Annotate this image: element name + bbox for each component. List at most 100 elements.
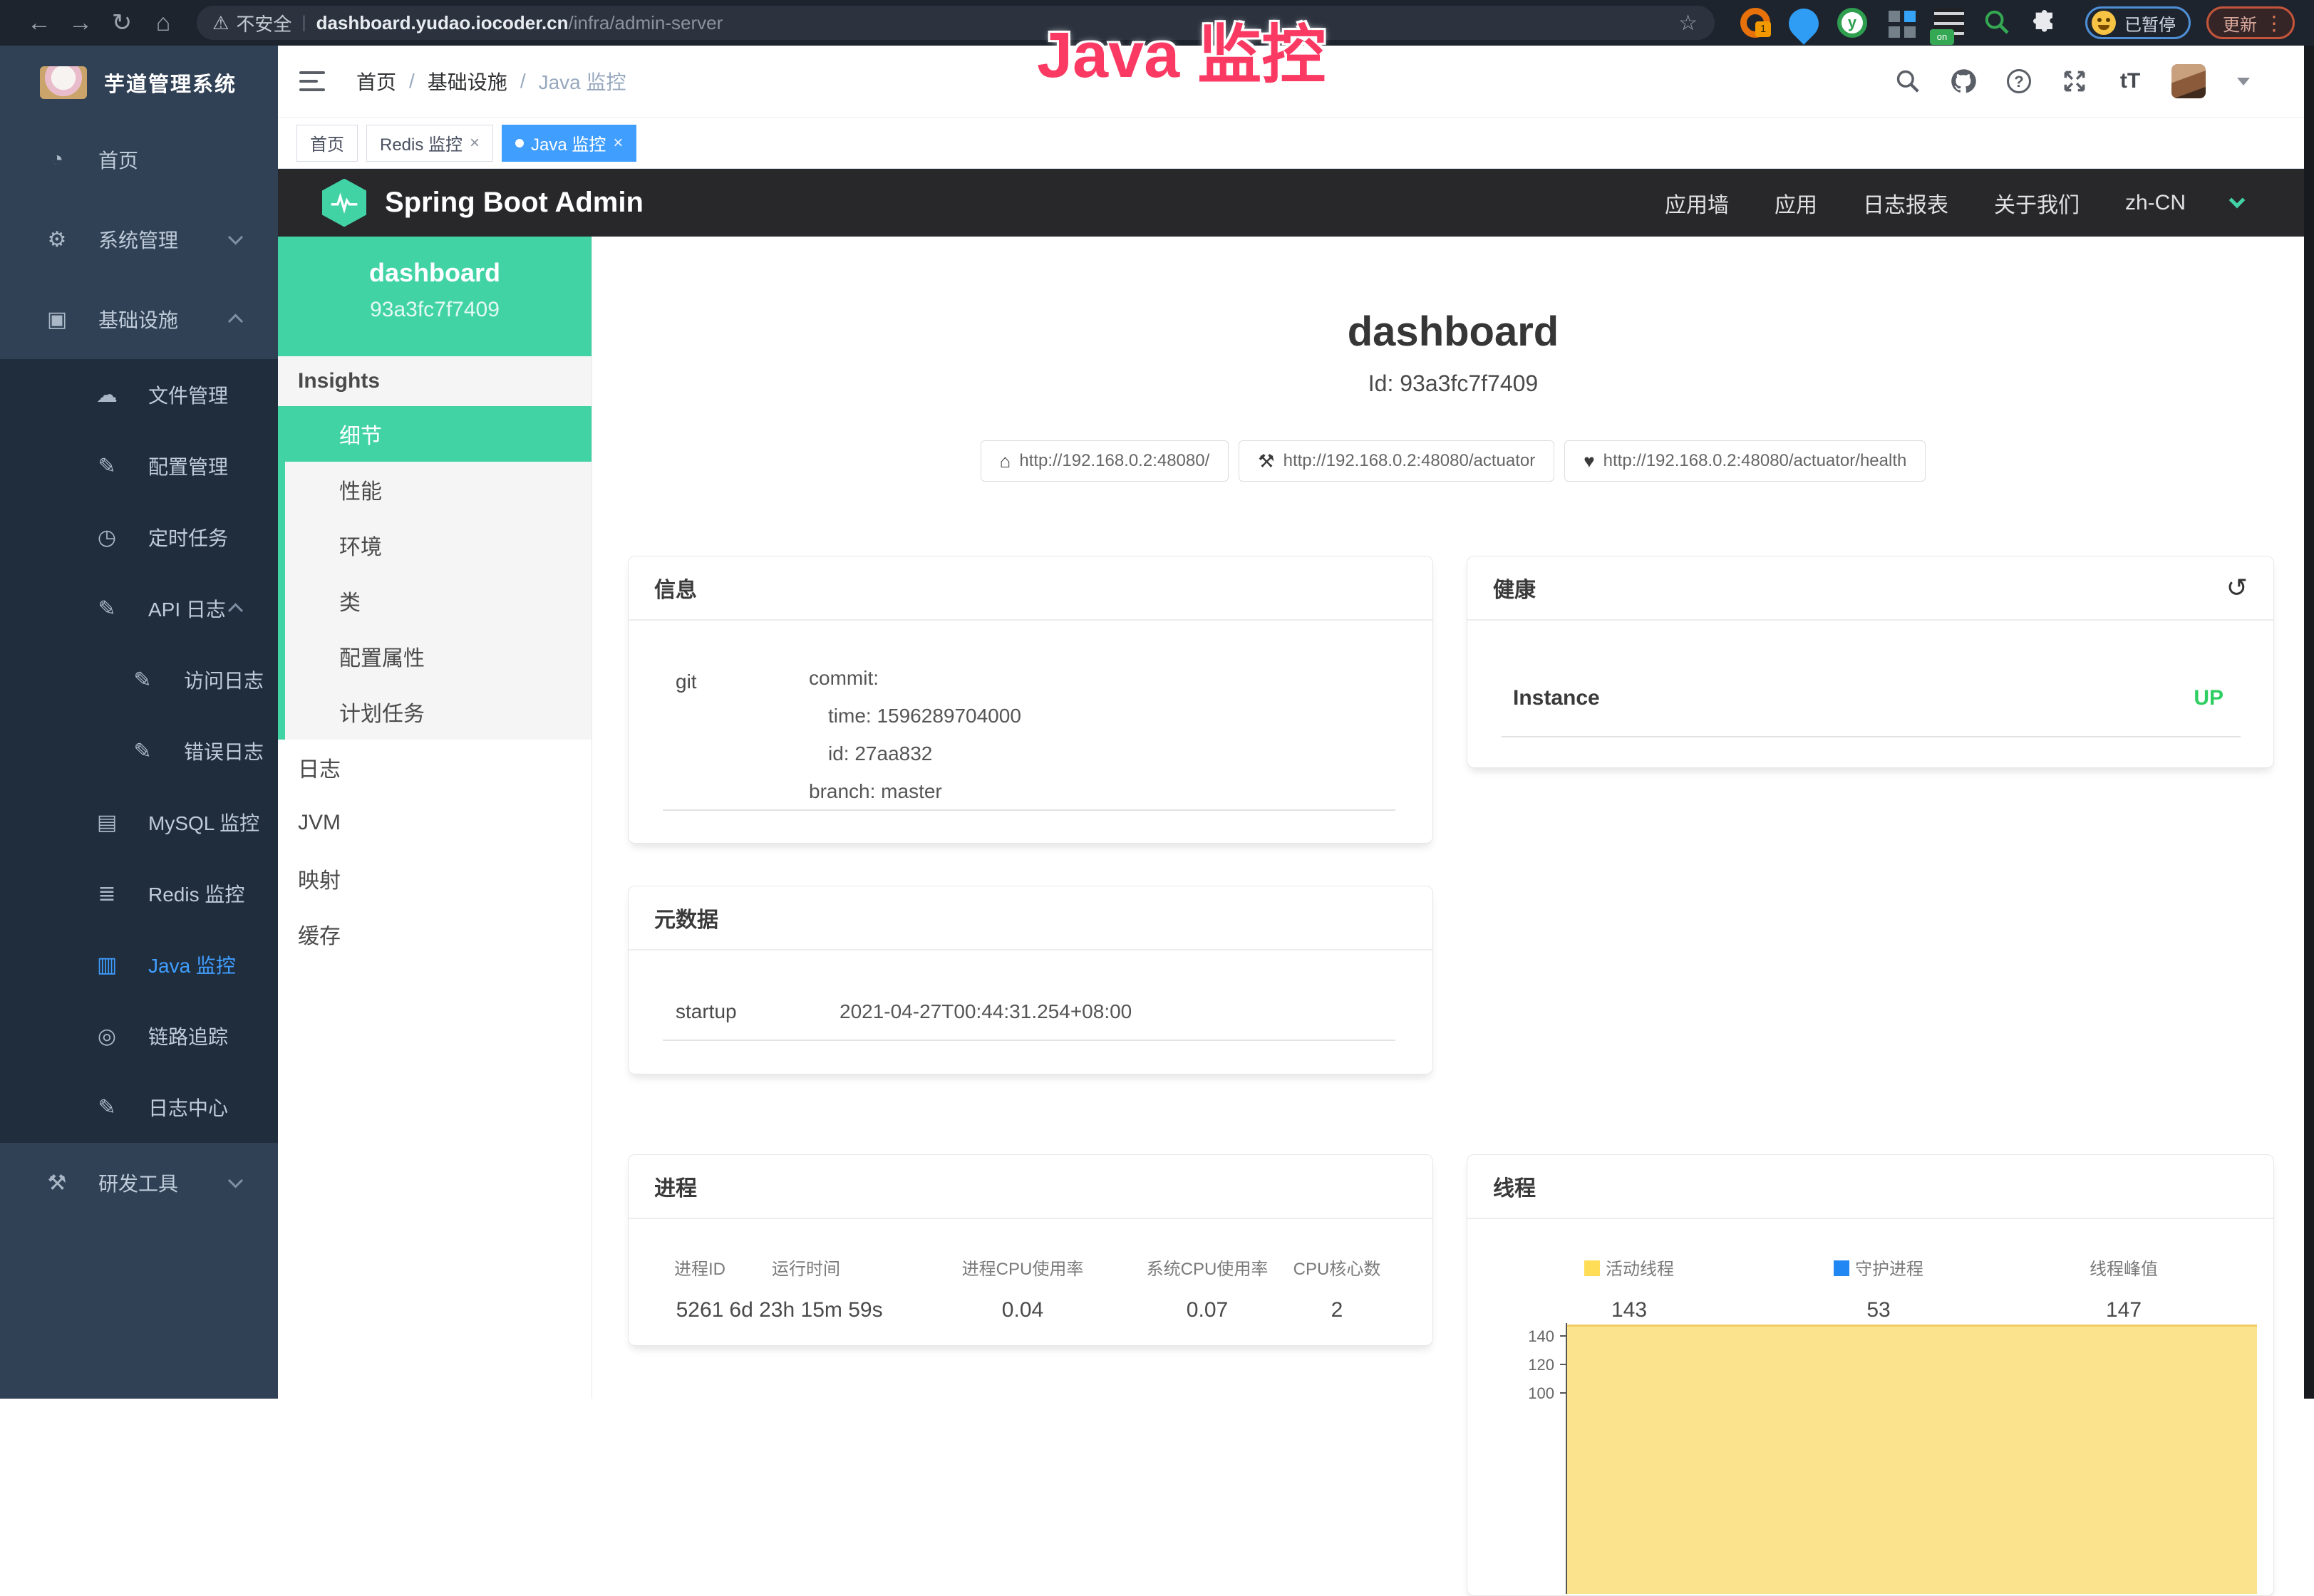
y-axis-tick-120: 120 — [1504, 1356, 1554, 1374]
col-value: 2 — [1293, 1298, 1381, 1322]
sba-menu-scheduled-tasks[interactable]: 计划任务 — [285, 684, 592, 740]
row-divider — [1502, 736, 2241, 737]
metadata-card: 元数据 startup 2021-04-27T00:44:31.254+08:0… — [628, 886, 1433, 1074]
github-icon[interactable] — [1949, 67, 1978, 95]
sidebar-item-label: 基础设施 — [98, 305, 178, 333]
tab-redis-monitor[interactable]: Redis 监控 × — [366, 125, 493, 162]
active-threads-col: 活动线程 143 — [1584, 1255, 1674, 1322]
history-icon[interactable]: ↺ — [2226, 573, 2248, 603]
sba-main-content: dashboard Id: 93a3fc7f7409 ⌂ http://192.… — [592, 237, 2314, 1399]
sidebar-item-scheduled-tasks[interactable]: ◷ 定时任务 — [0, 502, 278, 573]
sba-menu-classes[interactable]: 类 — [285, 573, 592, 628]
user-menu-caret-icon[interactable] — [2237, 78, 2250, 86]
extension-pin-icon[interactable] — [1782, 2, 1824, 44]
tab-home[interactable]: 首页 — [296, 125, 358, 162]
health-url-button[interactable]: ♥ http://192.168.0.2:48080/actuator/heal… — [1564, 440, 1926, 482]
user-avatar[interactable] — [2171, 64, 2206, 98]
sba-nav-wallboard[interactable]: 应用墙 — [1665, 187, 1729, 219]
sba-nav-applications[interactable]: 应用 — [1775, 187, 1817, 219]
sba-menu-environment[interactable]: 环境 — [285, 517, 592, 573]
browser-update-button[interactable]: 更新 ⋮ — [2206, 6, 2295, 39]
browser-reload-icon[interactable]: ↻ — [101, 9, 143, 37]
app-logo-image — [40, 66, 87, 99]
home-icon: ⌂ — [1000, 450, 1011, 472]
hamburger-menu-icon[interactable] — [299, 71, 325, 91]
sba-nav-about[interactable]: 关于我们 — [1994, 187, 2080, 219]
sba-logo-icon[interactable] — [322, 179, 366, 227]
browser-forward-icon[interactable]: → — [60, 9, 101, 37]
service-url-button[interactable]: ⌂ http://192.168.0.2:48080/ — [981, 440, 1229, 482]
sidebar-item-redis-monitor[interactable]: ≣ Redis 监控 — [0, 858, 278, 929]
sba-menu-jvm[interactable]: JVM — [278, 795, 592, 851]
active-threads-area-series — [1567, 1325, 2257, 1594]
spring-boot-admin-frame: Spring Boot Admin 应用墙 应用 日志报表 关于我们 zh-CN… — [278, 169, 2314, 1399]
sba-menu-details[interactable]: 细节 — [285, 406, 592, 462]
font-size-icon[interactable]: tT — [2116, 67, 2144, 95]
browser-profile-button[interactable]: 已暂停 — [2085, 6, 2191, 39]
extension-y-icon[interactable]: y — [1837, 8, 1867, 38]
sidebar-item-log-center[interactable]: ✎ 日志中心 — [0, 1072, 278, 1143]
breadcrumb: 首页 / 基础设施 / Java 监控 — [356, 67, 626, 95]
sba-brand-title[interactable]: Spring Boot Admin — [385, 187, 644, 219]
extension-magnifier-icon[interactable] — [1983, 8, 2013, 38]
tag-tabs-bar: 首页 Redis 监控 × Java 监控 × — [278, 118, 2314, 169]
extension-list-icon[interactable]: on — [1934, 8, 1964, 38]
toolbox-icon: ⚒ — [41, 1171, 73, 1196]
sidebar-item-tracing[interactable]: ◎ 链路追踪 — [0, 1000, 278, 1072]
process-uptime-col: 运行时间 6d 23h 15m 59s — [729, 1255, 882, 1322]
browser-back-icon[interactable]: ← — [19, 9, 60, 37]
sba-menu-metrics[interactable]: 性能 — [285, 462, 592, 517]
sidebar-item-java-monitor[interactable]: ▥ Java 监控 — [0, 929, 278, 1000]
sba-menu-mappings[interactable]: 映射 — [278, 851, 592, 906]
browser-home-icon[interactable]: ⌂ — [143, 9, 184, 37]
sidebar-item-access-logs[interactable]: ✎ 访问日志 — [0, 644, 278, 715]
extensions-puzzle-icon[interactable] — [2031, 8, 2061, 38]
sidebar-item-config-management[interactable]: ✎ 配置管理 — [0, 430, 278, 502]
log-edit-icon: ✎ — [127, 668, 158, 693]
git-branch-line: branch: master — [809, 772, 1021, 810]
extension-orange-icon[interactable]: 1 — [1740, 8, 1770, 38]
sba-section-insights: Insights — [278, 356, 592, 406]
sba-nav-journal[interactable]: 日志报表 — [1863, 187, 1948, 219]
sidebar-item-infrastructure[interactable]: ▣ 基础设施 — [0, 279, 278, 359]
sba-menu-logs[interactable]: 日志 — [278, 740, 592, 795]
app-logo-row[interactable]: 芋道管理系统 — [0, 46, 278, 120]
sidebar-item-file-management[interactable]: ☁ 文件管理 — [0, 359, 278, 430]
search-icon[interactable] — [1894, 67, 1922, 95]
sidebar-item-api-logs[interactable]: ✎ API 日志 — [0, 573, 278, 644]
sba-menu-config-props[interactable]: 配置属性 — [285, 628, 592, 684]
sidebar-item-label: API 日志 — [148, 594, 226, 623]
threads-card-title: 线程 — [1467, 1155, 2273, 1219]
page-title: dashboard — [592, 308, 2314, 356]
sba-language-select[interactable]: zh-CN — [2125, 191, 2186, 215]
help-icon[interactable]: ? — [2005, 67, 2033, 95]
sidebar-item-error-logs[interactable]: ✎ 错误日志 — [0, 715, 278, 787]
info-git-lines: commit: time: 1596289704000 id: 27aa832 … — [809, 659, 1021, 810]
tab-close-icon[interactable]: × — [613, 133, 623, 153]
sidebar-item-label: 研发工具 — [98, 1168, 178, 1197]
address-bar[interactable]: ⚠ 不安全 | dashboard.yudao.iocoder.cn /infr… — [197, 6, 1715, 40]
extension-grid-icon[interactable] — [1886, 8, 1916, 38]
sidebar-item-label: 日志中心 — [148, 1093, 228, 1121]
tab-java-monitor[interactable]: Java 监控 × — [502, 125, 636, 162]
sidebar-item-label: 错误日志 — [184, 737, 264, 765]
sidebar-item-home[interactable]: ◔ 首页 — [0, 120, 278, 200]
sidebar-item-dev-tools[interactable]: ⚒ 研发工具 — [0, 1143, 278, 1223]
actuator-url-button[interactable]: ⚒ http://192.168.0.2:48080/actuator — [1239, 440, 1554, 482]
sidebar-item-system-management[interactable]: ⚙ 系统管理 — [0, 200, 278, 279]
bookmark-star-icon[interactable]: ☆ — [1678, 11, 1698, 36]
breadcrumb-home[interactable]: 首页 — [356, 67, 396, 95]
sba-menu-caches[interactable]: 缓存 — [278, 906, 592, 962]
browser-scrollbar[interactable] — [2304, 46, 2314, 1399]
fullscreen-icon[interactable] — [2060, 67, 2089, 95]
daemon-threads-legend-swatch — [1834, 1260, 1849, 1276]
language-caret-icon[interactable] — [2229, 192, 2246, 208]
browser-menu-icon[interactable]: ⋮ — [2264, 11, 2284, 35]
sidebar-item-mysql-monitor[interactable]: ▤ MySQL 监控 — [0, 787, 278, 858]
tab-label: 首页 — [310, 130, 344, 155]
breadcrumb-infrastructure[interactable]: 基础设施 — [428, 67, 507, 95]
sba-instance-header[interactable]: dashboard 93a3fc7f7409 — [278, 237, 592, 356]
tab-close-icon[interactable]: × — [470, 133, 480, 153]
health-instance-label[interactable]: Instance — [1513, 686, 1600, 710]
app-sidebar: 芋道管理系统 ◔ 首页 ⚙ 系统管理 ▣ 基础设施 ☁ 文件管理 ✎ 配置管理 … — [0, 46, 278, 1399]
